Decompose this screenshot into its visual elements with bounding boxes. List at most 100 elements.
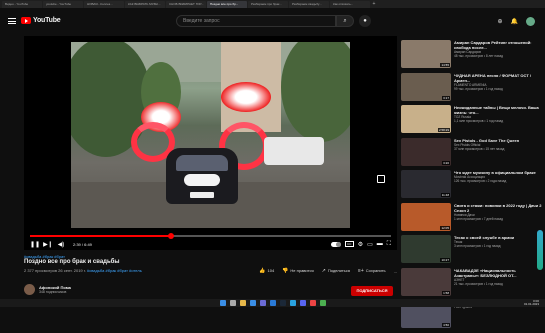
recommendation-title[interactable]: Неожиданные тайны | Вещи мелочи. Ваша жи… [454,105,542,115]
video-thumbnail[interactable]: 1:58 [401,267,451,296]
store-icon[interactable] [259,300,266,306]
subscribe-button[interactable]: ПОДПИСАТЬСЯ [351,286,393,296]
recommendation-meta: 126 тыс. просмотров • 2 года назад [454,179,507,183]
browser-tab[interactable]: Как отвязать... [330,0,370,8]
settings-icon[interactable]: ⚙ [358,241,363,248]
channel-avatar[interactable] [24,284,35,295]
video-player[interactable]: ❚❚ ▶❙ ◀) 2:39 / 6:49 CC ⚙ ▭ ▬ ⛶ [24,36,397,250]
taskbar-clock[interactable]: 0:00 01.01.2023 [524,300,539,306]
steam-icon[interactable] [279,300,286,306]
recommendation-item[interactable]: 2:58:29 Неожиданные тайны | Вещи мелочи. … [401,105,545,138]
search-input[interactable]: Введите запрос [176,15,336,27]
recommendation-info: Тесак о своей службе в армии Тесак 3 млн п… [454,235,542,268]
mic-icon[interactable]: ● [359,15,371,27]
recommendation-title[interactable]: ЧУДНАЯ АРЕНА песня / ФОРМАТ ОСТ / Армен.… [454,73,542,83]
recommendation-item[interactable]: 1:58 ЧАКАВАДЗЕ «Национальность Азастраны»… [401,267,545,301]
video-frame[interactable] [71,42,350,228]
recommendation-title[interactable]: Амиран Сардаров Рейтинг отношений: свобо… [454,40,542,50]
browser-tab[interactable]: Поздно все про бр... [207,0,247,8]
controls-right: CC ⚙ ▭ ▬ ⛶ [330,241,391,248]
pause-icon[interactable]: ❚❚ [30,241,40,248]
miniplayer-icon[interactable]: ▭ [367,241,373,248]
recommendation-title[interactable]: ЧАКАВАДЗЕ «Национальность Азастраны»: БЕ… [454,268,542,278]
taskbar: 0:00 01.01.2023 [0,299,545,307]
windows-icon[interactable] [219,300,226,306]
browser-tabbar: Видео - YouTube youtube - YouTube НОВАЯ - … [0,0,545,8]
progress-fill [30,233,174,239]
browser-tab[interactable]: Видео - YouTube [2,0,42,8]
tree [281,42,350,142]
volume-icon[interactable]: ◀) [56,241,66,248]
duration-badge: 4:50 [442,323,450,327]
progress-bar[interactable] [30,233,391,239]
theater-icon[interactable]: ▬ [377,241,383,247]
subtitles-icon[interactable]: CC [344,241,354,247]
mail-icon[interactable] [269,300,276,306]
next-icon[interactable]: ▶❙ [43,241,53,248]
browser-tab[interactable]: КАК ВЫБРАТЬ МУЗЫ... [125,0,165,8]
browser-tab[interactable]: Разбираем свадьбу... [289,0,329,8]
recommendation-info: ЧАКАВАДЗЕ «Национальность Азастраны»: БЕ… [454,268,542,301]
video-thumbnail[interactable]: 11:48 [401,170,451,198]
player-controls: ❚❚ ▶❙ ◀) 2:39 / 6:49 CC ⚙ ▭ ▬ ⛶ [30,239,391,249]
recommendation-item[interactable]: 14:55 Амиран Сардаров Рейтинг отношений: … [401,40,545,73]
create-icon[interactable]: ⊕ [497,18,502,25]
browser-tab[interactable]: СНОБ ВЫБИРАЕТ ГОР... [166,0,206,8]
menu-icon[interactable] [8,18,16,24]
recommendation-meta: 3 млн просмотров • 1 год назад [454,244,501,248]
video-thumbnail[interactable]: 12:05 [401,202,451,231]
avatar[interactable] [526,17,535,26]
recommendation-item[interactable]: 3:20 Sex Pistols - God Save The Queen Sex … [401,137,545,171]
recommendation-item[interactable]: 11:48 Что ждет мужчину в официальном брак… [401,170,545,203]
youtube-logo[interactable]: YouTube [21,17,61,24]
recommendation-item[interactable]: 12:05 Свита и стажи: новинки в 2022 году … [401,202,545,236]
video-actions: 👍 104 👎 Не нравится ↗ Поделиться ≡+ Сохранит… [259,268,397,274]
telegram-icon[interactable] [289,300,296,306]
video-thumbnail[interactable]: 14:55 [401,40,451,68]
dislike-button[interactable]: 👎 Не нравится [282,268,313,274]
recommendation-info: Амиран Сардаров Рейтинг отношений: свобо… [454,40,542,73]
duration-badge: 10:27 [440,258,450,262]
discord-icon[interactable] [299,300,306,306]
miniplayer-hint-icon[interactable] [377,175,385,183]
dislike-label: Не нравится [290,268,314,273]
recommendation-info: ЧУДНАЯ АРЕНА песня / ФОРМАТ ОСТ / Армен.… [454,73,542,106]
recommendation-meta: 48 тыс. просмотров • 8 лет назад [454,54,504,58]
browser-tab[interactable]: Разбираем про брак... [248,0,288,8]
thumb-down-icon: 👎 [282,268,289,274]
browser-tab[interactable]: youtube - YouTube [43,0,83,8]
duration-badge: 3:20 [442,160,450,165]
browser-icon[interactable] [249,300,256,306]
video-thumbnail[interactable]: 3:20 [401,137,451,166]
bell-icon[interactable]: 🔔 [511,18,518,25]
search-icon[interactable] [229,300,236,306]
browser-tab[interactable]: НОВАЯ - Коллек... [84,0,124,8]
music-icon[interactable] [309,300,316,306]
header-actions: ⊕ 🔔 [497,17,535,26]
share-icon: ↗ [321,268,326,274]
duration-badge: 11:48 [440,193,450,197]
subscriber-count: 348 подписчиков [39,290,67,294]
more-button[interactable]: ... [394,269,397,274]
youtube-header: YouTube Введите запрос ⌕ ● ⊕ 🔔 [0,8,545,34]
like-button[interactable]: 👍 104 [259,268,274,274]
video-thumbnail[interactable]: 10:27 [401,235,451,263]
recommendation-title[interactable]: Свита и стажи: новинки в 2022 году | Дач… [454,203,542,213]
video-thumbnail[interactable]: 2:58:29 [401,105,451,133]
search-icon: ⌕ [343,17,347,24]
like-count: 104 [267,268,275,273]
fullscreen-icon[interactable]: ⛶ [387,241,391,248]
share-button[interactable]: ↗ Поделиться [322,268,350,274]
search-button[interactable]: ⌕ [336,15,354,27]
files-icon[interactable] [239,300,246,306]
recommendation-item[interactable]: 3:17 ЧУДНАЯ АРЕНА песня / ФОРМАТ ОСТ / Ар… [401,72,545,106]
chrome-icon[interactable] [319,300,326,306]
save-button[interactable]: ≡+ Сохранить [358,268,386,274]
video-thumbnail[interactable]: 3:17 [401,72,451,101]
new-tab-icon[interactable]: + [371,1,377,7]
autoplay-toggle[interactable] [330,241,341,247]
recommendation-item[interactable]: 10:27 Тесак о своей службе в армии Тесак 3 … [401,235,545,268]
recommendation-info: Что ждет мужчину в официальном браке Mosb… [454,170,542,203]
video-tags[interactable]: #свадьба #брак #брат #отель [87,268,142,273]
thumb-up-icon: 👍 [259,268,266,274]
